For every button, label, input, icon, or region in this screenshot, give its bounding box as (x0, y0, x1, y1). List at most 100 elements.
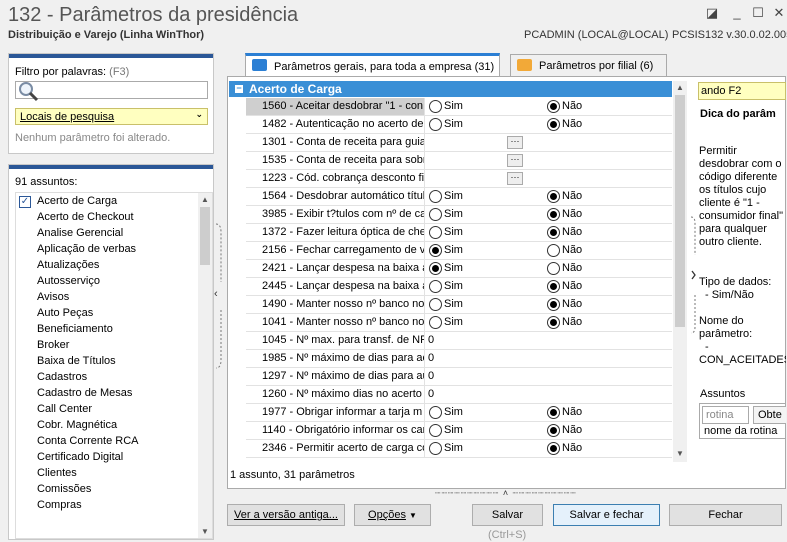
ellipsis-button[interactable]: ··· (507, 154, 523, 167)
table-row[interactable]: 2346 - Permitir acerto de carga co Sim Não (246, 440, 672, 458)
assunto-item[interactable]: Aplicação de verbas (16, 241, 136, 257)
assunto-item[interactable]: Analise Gerencial (16, 225, 123, 241)
radio-sim[interactable] (429, 262, 442, 275)
table-row[interactable]: 1301 - Conta de receita para guia ··· (246, 134, 672, 152)
table-row[interactable]: 1490 - Manter nosso nº banco no Sim Não (246, 296, 672, 314)
table-row[interactable]: 1260 - Nº máximo dias no acerto c0 (246, 386, 672, 404)
radio-sim[interactable] (429, 442, 442, 455)
rotina-input[interactable]: rotina (702, 406, 749, 424)
obter-button[interactable]: Obte (753, 406, 786, 424)
radio-sim[interactable] (429, 226, 442, 239)
minimize-icon[interactable]: _ (728, 4, 746, 22)
assunto-item[interactable]: Broker (16, 337, 69, 353)
group-header[interactable]: − Acerto de Carga (229, 81, 672, 97)
radio-nao[interactable] (547, 424, 560, 437)
table-row[interactable]: 1564 - Desdobrar automático títul Sim Não (246, 188, 672, 206)
table-row[interactable]: 2421 - Lançar despesa na baixa a Sim Não (246, 260, 672, 278)
radio-sim[interactable] (429, 190, 442, 203)
radio-nao[interactable] (547, 280, 560, 293)
tab-parametros-filial[interactable]: Parâmetros por filial (6) (510, 54, 667, 76)
table-row[interactable]: 1297 - Nº máximo de dias para au 0 (246, 368, 672, 386)
radio-nao[interactable] (547, 100, 560, 113)
assunto-item[interactable]: Auto Peças (16, 305, 93, 321)
ellipsis-button[interactable]: ··· (507, 136, 523, 149)
bottom-splitter[interactable]: ┈┈┈┈┈┈┈┈┈┈ ˄ ┈┈┈┈┈┈┈┈┈┈ (423, 489, 589, 498)
radio-sim[interactable] (429, 424, 442, 437)
table-row[interactable]: 1560 - Aceitar desdobrar "1 - con Sim Não (246, 98, 672, 116)
radio-sim[interactable] (429, 244, 442, 257)
table-row[interactable]: 1482 - Autenticação no acerto de Sim Não (246, 116, 672, 134)
assunto-item[interactable]: Clientes (16, 465, 77, 481)
radio-sim[interactable] (429, 406, 442, 419)
maximize-icon[interactable]: ☐ (749, 4, 767, 22)
assunto-item[interactable]: Comissões (16, 481, 91, 497)
assunto-item[interactable]: Call Center (16, 401, 92, 417)
panel-splitter[interactable]: ‹ (214, 222, 224, 370)
collapse-left-icon[interactable]: ‹ (214, 288, 218, 300)
table-row[interactable]: 1045 - Nº max. para transf. de NF 0 (246, 332, 672, 350)
table-row[interactable]: 1535 - Conta de receita para sobr ··· (246, 152, 672, 170)
radio-nao[interactable] (547, 442, 560, 455)
list-scrollbar[interactable]: ▲ ▼ (198, 193, 212, 538)
close-button[interactable]: Fechar (669, 504, 782, 526)
list-scrollbar-thumb[interactable] (200, 207, 210, 265)
assunto-item[interactable]: Cobr. Magnética (16, 417, 117, 433)
assunto-item[interactable]: Autosserviço (16, 273, 100, 289)
search-input[interactable] (15, 81, 208, 102)
close-icon[interactable]: ✕ (770, 4, 787, 22)
radio-nao[interactable] (547, 190, 560, 203)
radio-nao[interactable] (547, 226, 560, 239)
assunto-item[interactable]: Certificado Digital (16, 449, 123, 465)
save-and-close-button[interactable]: Salvar e fechar (553, 504, 660, 526)
radio-sim[interactable] (429, 100, 442, 113)
radio-nao[interactable] (547, 298, 560, 311)
table-row[interactable]: 2156 - Fechar carregamento de v Sim Não (246, 242, 672, 260)
ver-versao-antiga-button[interactable]: Ver a versão antiga... (227, 504, 345, 526)
locais-dropdown[interactable]: Locais de pesquisa ⌄ (15, 108, 208, 125)
assuntos-list[interactable]: ▲ ▼ ✓ Acerto de Carga Acerto de Checkout An… (15, 192, 213, 539)
assunto-item[interactable]: Beneficiamento (16, 321, 113, 337)
assunto-item[interactable]: Avisos (16, 289, 69, 305)
grid-scrollbar[interactable]: ▲ ▼ (673, 81, 687, 462)
checkbox[interactable]: ✓ (19, 196, 31, 208)
assunto-item[interactable]: Cadastros (16, 369, 87, 385)
number-value[interactable]: 0 (428, 386, 434, 403)
collapse-icon[interactable]: − (235, 84, 243, 93)
assunto-item[interactable]: Compras (16, 497, 82, 513)
radio-nao[interactable] (547, 316, 560, 329)
radio-nao[interactable] (547, 208, 560, 221)
scroll-down-icon[interactable]: ▼ (675, 449, 685, 458)
parameters-grid[interactable]: − Acerto de Carga 1560 - Aceitar desdobr… (229, 81, 672, 462)
table-row[interactable]: 1977 - Obrigar informar a tarja m Sim Não (246, 404, 672, 422)
restore-icon[interactable]: ◪ (703, 4, 721, 22)
radio-nao[interactable] (547, 118, 560, 131)
table-row[interactable]: 1223 - Cód. cobrança desconto fi ··· (246, 170, 672, 188)
scroll-up-icon[interactable]: ▲ (675, 83, 685, 92)
assunto-item[interactable]: Baixa de Títulos (16, 353, 116, 369)
radio-sim[interactable] (429, 208, 442, 221)
assunto-item[interactable]: Cadastro de Mesas (16, 385, 132, 401)
radio-nao[interactable] (547, 244, 560, 257)
radio-sim[interactable] (429, 316, 442, 329)
table-row[interactable]: 1372 - Fazer leitura óptica de che Sim Não (246, 224, 672, 242)
table-row[interactable]: 1041 - Manter nosso nº banco no Sim Não (246, 314, 672, 332)
ellipsis-button[interactable]: ··· (507, 172, 523, 185)
help-splitter-grip-icon[interactable] (689, 215, 697, 335)
radio-nao[interactable] (547, 406, 560, 419)
assunto-item[interactable]: Conta Corrente RCA (16, 433, 139, 449)
assunto-item[interactable]: Acerto de Checkout (16, 209, 134, 225)
tab-parametros-gerais[interactable]: Parâmetros gerais, para toda a empresa (… (245, 53, 500, 77)
table-row[interactable]: 3985 - Exibir t?tulos com nº de ca Sim Não (246, 206, 672, 224)
scroll-up-icon[interactable]: ▲ (200, 195, 210, 204)
table-row[interactable]: 1985 - Nº máximo de dias para ac 0 (246, 350, 672, 368)
table-row[interactable]: 2445 - Lançar despesa na baixa a Sim Não (246, 278, 672, 296)
radio-nao[interactable] (547, 262, 560, 275)
table-row[interactable]: 1140 - Obrigatório informar os car Sim Não (246, 422, 672, 440)
scroll-down-icon[interactable]: ▼ (200, 527, 210, 536)
save-button[interactable]: Salvar (472, 504, 543, 526)
assunto-item[interactable]: ✓ Acerto de Carga (16, 193, 117, 209)
opcoes-button[interactable]: Opções ▼ (354, 504, 431, 526)
number-value[interactable]: 0 (428, 350, 434, 367)
number-value[interactable]: 0 (428, 332, 434, 349)
number-value[interactable]: 0 (428, 368, 434, 385)
